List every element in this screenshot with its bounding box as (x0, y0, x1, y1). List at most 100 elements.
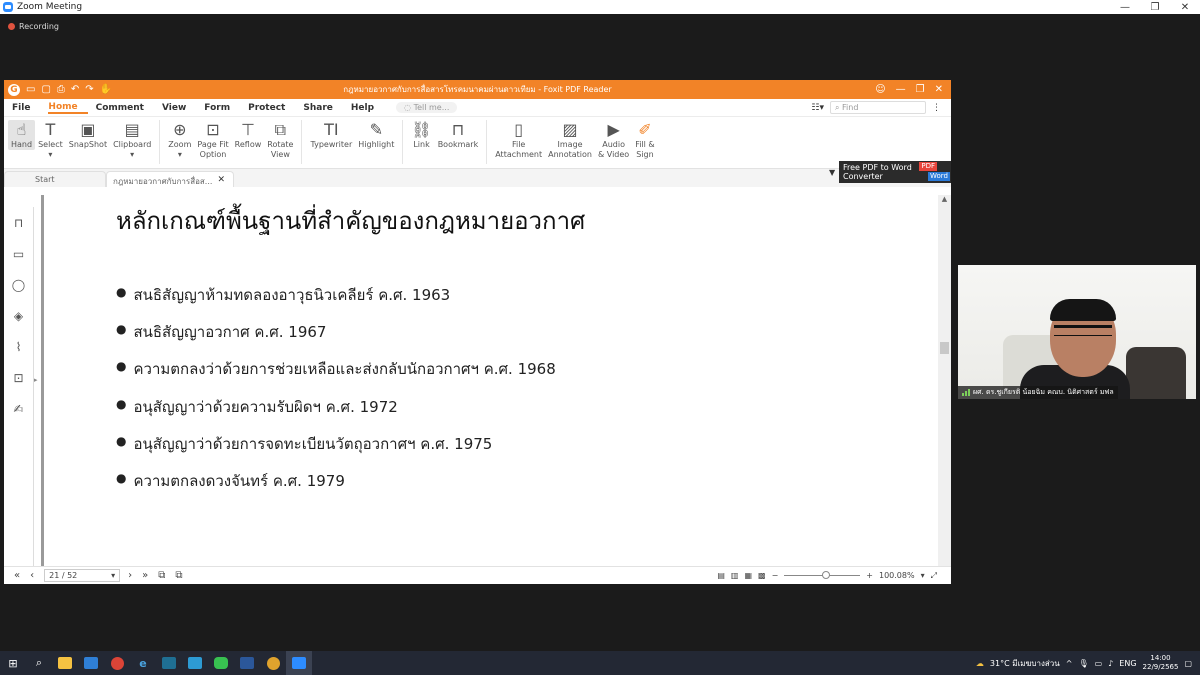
tab-document[interactable]: กฎหมายอวกาศกับการสื่อส... ✕ (106, 171, 234, 187)
tab-close-icon[interactable]: ✕ (217, 175, 225, 187)
notification-icon[interactable]: ▢ (1184, 659, 1192, 668)
weather-icon[interactable]: ☁ (976, 659, 984, 668)
fullscreen-icon[interactable]: ⤢ (931, 571, 937, 581)
zoom-button[interactable]: ⊕ Zoom ▾ (165, 120, 194, 160)
image-annotation-button[interactable]: ▨ Image Annotation (545, 120, 595, 160)
chevron-up-icon[interactable]: ^ (1066, 659, 1073, 668)
security-panel-icon[interactable]: ⊡ (4, 362, 33, 393)
start-icon[interactable]: ⊞ (0, 651, 26, 675)
typewriter-button[interactable]: TI Typewriter (307, 120, 355, 150)
vertical-scrollbar[interactable]: ▲ (938, 195, 951, 566)
first-page-icon[interactable]: « (14, 570, 20, 581)
menu-home[interactable]: Home (48, 102, 88, 114)
hand-tool-icon[interactable]: ✋ (100, 84, 112, 95)
previous-view-icon[interactable]: ⧉ (158, 570, 165, 581)
continuous-facing-icon[interactable]: ▩ (758, 571, 766, 580)
clock[interactable]: 14:00 22/9/2565 (1143, 654, 1179, 672)
redo-icon[interactable]: ↷ (85, 84, 93, 95)
bookmark-panel-icon[interactable]: ⊓ (4, 207, 33, 238)
foxit-logo-icon: G (8, 83, 20, 96)
next-page-icon[interactable]: › (128, 570, 132, 581)
foxit-restore-button[interactable]: ❐ (916, 84, 925, 95)
edge-icon[interactable]: e (130, 651, 156, 675)
foxit-minimize-button[interactable]: — (896, 84, 906, 95)
tell-me-input[interactable]: ◌ Tell me... (396, 102, 458, 113)
reflow-button[interactable]: ⊤ Reflow (232, 120, 265, 150)
zoom-slider[interactable] (784, 571, 861, 579)
zoom-taskbar-icon[interactable] (286, 651, 312, 675)
continuous-page-icon[interactable]: ▥ (731, 571, 739, 580)
chevron-down-icon[interactable]: ▾ (921, 571, 925, 580)
line-icon[interactable] (208, 651, 234, 675)
teams-icon[interactable] (156, 651, 182, 675)
zoom-level[interactable]: 100.08% (879, 571, 915, 580)
rotate-view-button[interactable]: ⧉ Rotate View (264, 120, 296, 160)
photos-icon[interactable] (182, 651, 208, 675)
chevron-down-icon[interactable]: ▼ (829, 168, 835, 177)
facing-page-icon[interactable]: ▦ (744, 571, 752, 580)
page-fit-option-button[interactable]: ⊡ Page Fit Option (194, 120, 231, 160)
chrome-icon[interactable] (104, 651, 130, 675)
menu-file[interactable]: File (12, 103, 40, 113)
sidebar-expand-icon[interactable]: ▸ (34, 376, 38, 384)
microphone-icon[interactable]: 🎙 (1078, 659, 1088, 668)
menu-form[interactable]: Form (204, 103, 240, 113)
attachments-panel-icon[interactable]: ⌇ (4, 331, 33, 362)
pages-panel-icon[interactable]: ▭ (4, 238, 33, 269)
restore-button[interactable]: ❐ (1140, 2, 1170, 13)
participant-video[interactable]: ผศ. ดร.ชูเกียรติ น้อยฉิม คณบ. นิติศาสตร์… (958, 265, 1196, 399)
close-button[interactable]: ✕ (1170, 2, 1200, 13)
mail-icon[interactable] (78, 651, 104, 675)
fill-sign-button[interactable]: ✐ Fill & Sign (632, 120, 657, 160)
single-page-icon[interactable]: ▤ (717, 571, 725, 580)
find-input[interactable]: ⌕ Find (830, 101, 926, 114)
weather-text[interactable]: 31°C มีเมฆบางส่วน (990, 657, 1060, 670)
minimize-button[interactable]: — (1110, 2, 1140, 13)
link-button[interactable]: ⛓ Link (408, 120, 434, 150)
account-icon[interactable]: ☺ (875, 84, 885, 95)
comments-panel-icon[interactable]: ◯ (4, 269, 33, 300)
audio-video-button[interactable]: ▶ Audio & Video (595, 120, 632, 160)
zoom-in-small-icon[interactable]: + (866, 571, 873, 580)
select-button[interactable]: T Select ▾ (35, 120, 66, 160)
hand-button[interactable]: ☝ Hand (8, 120, 36, 150)
menu-help[interactable]: Help (351, 103, 384, 113)
previous-page-icon[interactable]: ‹ (30, 570, 34, 581)
menu-comment[interactable]: Comment (96, 103, 154, 113)
file-attachment-button[interactable]: ▯ File Attachment (492, 120, 545, 160)
volume-icon[interactable]: ♪ (1108, 659, 1113, 668)
next-view-icon[interactable]: ⧉ (175, 570, 182, 581)
word-icon[interactable] (234, 651, 260, 675)
pdf-to-word-promo[interactable]: ▼ Free PDF to Word Converter PDF Word (829, 161, 951, 183)
layers-panel-icon[interactable]: ◈ (4, 300, 33, 331)
print-icon[interactable]: ⎙ (57, 84, 65, 95)
menu-share[interactable]: Share (303, 103, 343, 113)
signature-panel-icon[interactable]: ✍ (4, 393, 33, 424)
highlight-button[interactable]: ✎ Highlight (355, 120, 397, 150)
snapshot-button[interactable]: ▣ SnapShot (66, 120, 110, 150)
page-number-field[interactable]: 21 / 52 ▾ (44, 569, 121, 582)
status-bar: « ‹ 21 / 52 ▾ › » ⧉ ⧉ ▤ ▥ ▦ ▩ − + 100.08… (4, 566, 951, 584)
scroll-up-icon[interactable]: ▲ (938, 195, 951, 203)
recording-indicator[interactable]: Recording (8, 22, 59, 31)
undo-icon[interactable]: ↶ (71, 84, 79, 95)
zoom-slider-knob[interactable] (822, 571, 831, 579)
zoom-out-icon[interactable]: − (772, 571, 779, 580)
file-explorer-icon[interactable] (52, 651, 78, 675)
network-icon[interactable]: ▭ (1095, 659, 1103, 668)
save-icon[interactable]: ▢ (41, 84, 50, 95)
clipboard-button[interactable]: ▤ Clipboard ▾ (110, 120, 154, 160)
scroll-thumb[interactable] (940, 342, 949, 354)
more-options-icon[interactable]: ⋮ (932, 103, 941, 113)
search-options-icon[interactable]: ☷▾ (811, 103, 824, 113)
open-icon[interactable]: ▭ (26, 84, 35, 95)
language-indicator[interactable]: ENG (1119, 659, 1136, 668)
menu-view[interactable]: View (162, 103, 196, 113)
search-icon[interactable]: ⌕ (26, 651, 52, 675)
last-page-icon[interactable]: » (142, 570, 148, 581)
foxit-close-button[interactable]: ✕ (935, 84, 943, 95)
chrome-alt-icon[interactable] (260, 651, 286, 675)
bookmark-button[interactable]: ⊓ Bookmark (435, 120, 482, 150)
menu-protect[interactable]: Protect (248, 103, 295, 113)
tab-start[interactable]: Start (4, 171, 106, 187)
